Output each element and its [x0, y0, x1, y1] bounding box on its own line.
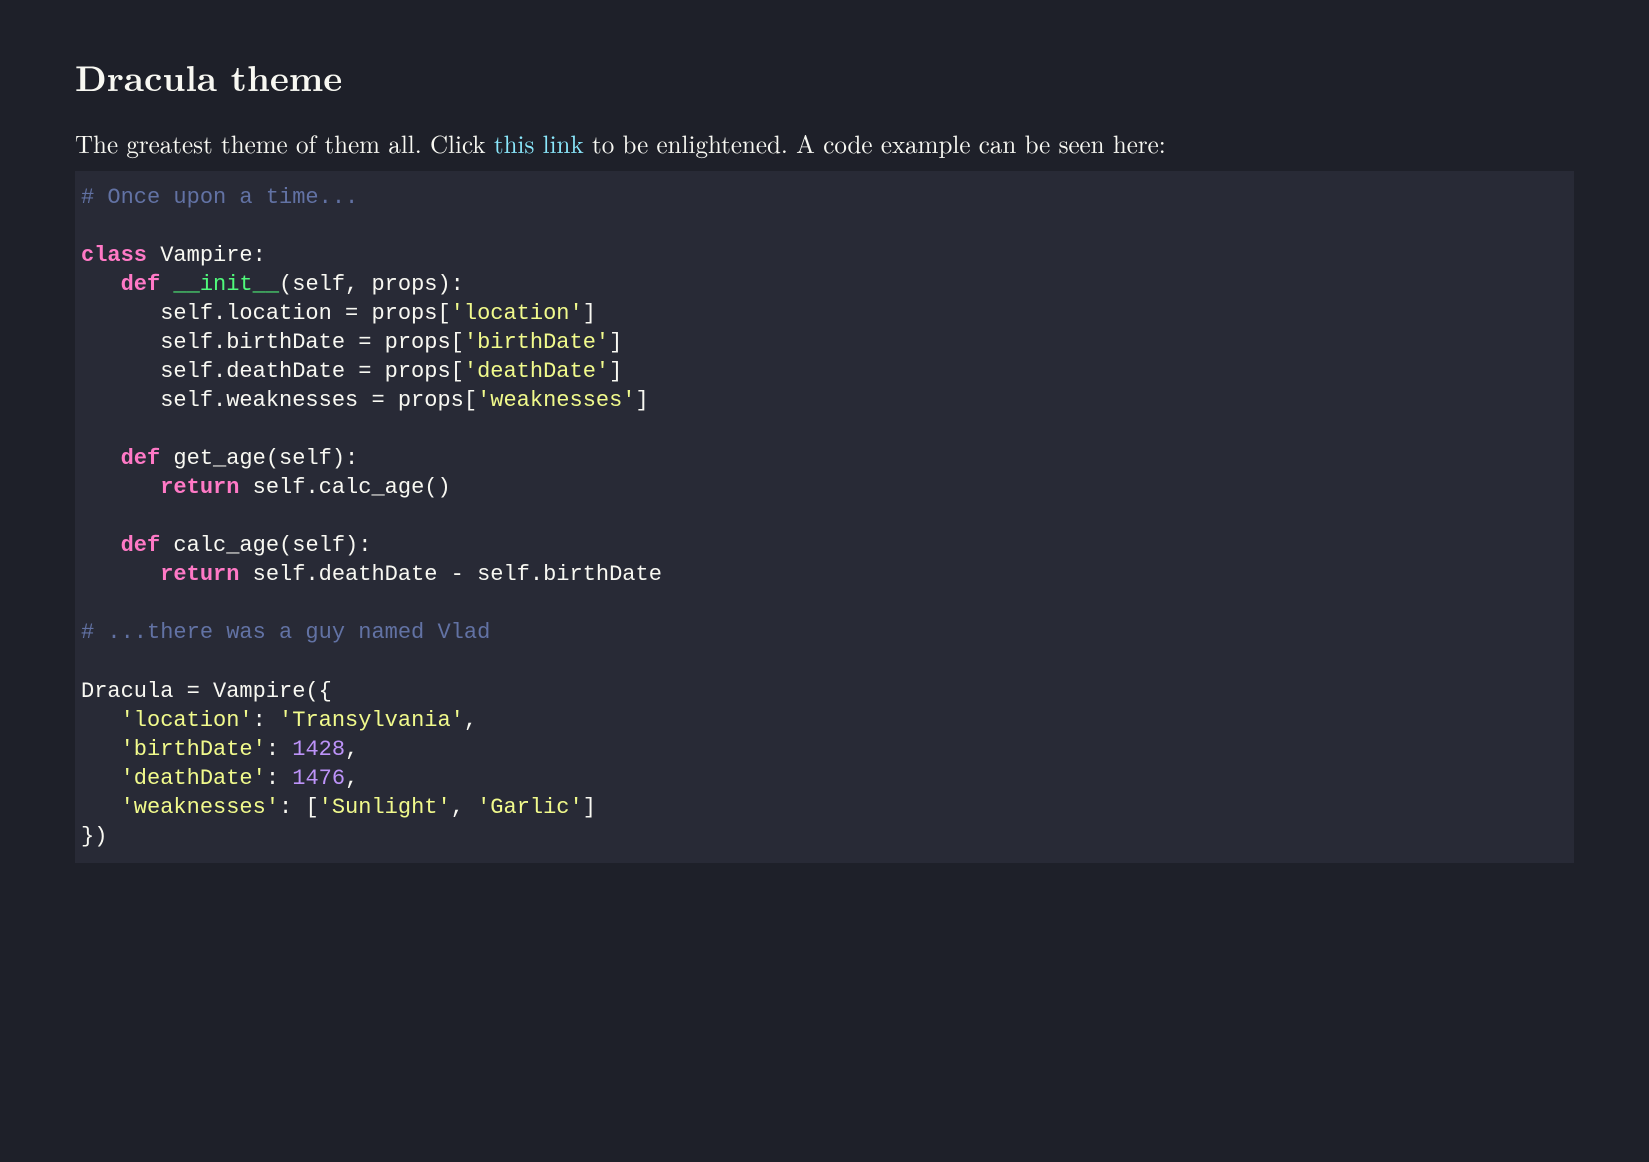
- code-keyword-class: class: [81, 243, 147, 268]
- intro-paragraph: The greatest theme of them all. Click th…: [75, 126, 1574, 161]
- code-sep: ]: [583, 795, 596, 820]
- code-keyword-def: def: [121, 446, 161, 471]
- code-line: ]: [609, 330, 622, 355]
- code-string: 'weaknesses': [121, 795, 279, 820]
- intro-link[interactable]: this link: [494, 126, 584, 161]
- code-number: 1476: [292, 766, 345, 791]
- code-comment: # Once upon a time...: [81, 185, 358, 210]
- code-line: self.birthDate = props[: [81, 330, 464, 355]
- code-line: self.calc_age(): [239, 475, 450, 500]
- code-string: 'deathDate': [464, 359, 609, 384]
- code-line: ]: [583, 301, 596, 326]
- code-string: 'location': [451, 301, 583, 326]
- code-sep: :: [253, 708, 279, 733]
- code-line: }): [81, 824, 107, 849]
- code-line: Dracula = Vampire({: [81, 679, 332, 704]
- code-string: 'Garlic': [477, 795, 583, 820]
- code-function-name: get_age(self):: [160, 446, 358, 471]
- code-string: 'Transylvania': [279, 708, 464, 733]
- code-block: # Once upon a time... class Vampire: def…: [75, 171, 1574, 863]
- code-sep: : [: [279, 795, 319, 820]
- code-comment: # ...there was a guy named Vlad: [81, 620, 490, 645]
- code-line: self.deathDate = props[: [81, 359, 464, 384]
- code-number: 1428: [292, 737, 345, 762]
- intro-text-before: The greatest theme of them all. Click: [75, 126, 494, 161]
- code-keyword-return: return: [160, 475, 239, 500]
- page-title: Dracula theme: [75, 50, 1574, 102]
- code-function-name: calc_age(self):: [160, 533, 371, 558]
- code-string: 'birthDate': [121, 737, 266, 762]
- code-line: self.location = props[: [81, 301, 451, 326]
- code-sep: ,: [345, 766, 358, 791]
- code-string: 'deathDate': [121, 766, 266, 791]
- code-line: self.weaknesses = props[: [81, 388, 477, 413]
- code-keyword-return: return: [160, 562, 239, 587]
- code-keyword-def: def: [121, 533, 161, 558]
- code-sep: ,: [345, 737, 358, 762]
- code-string: 'Sunlight': [319, 795, 451, 820]
- code-function-name: __init__: [173, 272, 279, 297]
- code-class-name: Vampire:: [147, 243, 266, 268]
- code-string: 'weaknesses': [477, 388, 635, 413]
- code-sep: ,: [464, 708, 477, 733]
- code-line: self.deathDate - self.birthDate: [239, 562, 661, 587]
- code-line: ]: [636, 388, 649, 413]
- code-params: (self, props):: [279, 272, 464, 297]
- code-sep: :: [266, 737, 292, 762]
- code-sep: ,: [451, 795, 477, 820]
- code-string: 'birthDate': [464, 330, 609, 355]
- code-sep: :: [266, 766, 292, 791]
- code-line: ]: [609, 359, 622, 384]
- intro-text-after: to be enlightened. A code example can be…: [584, 126, 1166, 161]
- code-string: 'location': [121, 708, 253, 733]
- code-keyword-def: def: [121, 272, 161, 297]
